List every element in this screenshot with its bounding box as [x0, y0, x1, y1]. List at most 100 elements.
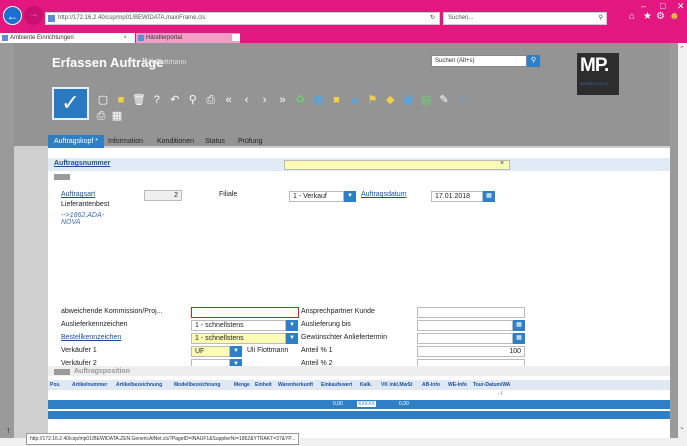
delete-icon[interactable]: 🗑 — [132, 93, 146, 107]
favorites-star-icon[interactable]: ★ — [643, 11, 652, 22]
filiale-dropdown-icon[interactable]: ▼ — [344, 191, 356, 202]
minimize-icon[interactable]: – — [641, 1, 646, 11]
kommission-input[interactable] — [191, 307, 299, 318]
bestellkennzeichen-label[interactable]: Bestellkennzeichen — [61, 334, 121, 341]
app-header: Erfassen Aufträge Uli Flottmann Suchen (… — [14, 43, 670, 146]
auslieferkennzeichen-label: Auslieferkennzeichen — [61, 321, 128, 328]
new-tab-button[interactable] — [232, 34, 240, 41]
edit-icon[interactable]: ✎ — [437, 93, 451, 107]
moebelpilot-logo: MP. MÖBELPILOT — [577, 53, 619, 95]
anteil1-label: Anteil % 1 — [301, 347, 333, 354]
filiale-select[interactable]: 1 - Verkauf — [289, 191, 344, 202]
col-artikelnummer[interactable]: Artikelnummer — [72, 382, 107, 388]
anliefertermin-input[interactable] — [417, 333, 513, 344]
next-record-icon[interactable]: › — [258, 93, 272, 107]
grid-icon[interactable]: ▦ — [311, 93, 325, 107]
tab-konditionen[interactable]: Konditionen — [157, 135, 194, 149]
bestellkennzeichen-select[interactable]: 1 - schnellstens — [191, 333, 286, 344]
anliefertermin-calendar-icon[interactable]: ▦ — [513, 333, 525, 344]
total-vk: 0,00 — [399, 401, 409, 407]
col-ab-info[interactable]: AB-Info — [422, 382, 440, 388]
col-pos[interactable]: Pos. — [50, 382, 61, 388]
help-icon[interactable]: ? — [150, 93, 164, 107]
tab-information[interactable]: Information — [108, 135, 143, 149]
previous-record-icon[interactable]: ‹ — [240, 93, 254, 107]
new-document-icon[interactable]: ▢ — [96, 93, 110, 107]
tab-auftragskopf[interactable]: Auftragskopf * — [48, 135, 104, 149]
clear-icon[interactable]: × — [500, 160, 504, 167]
auslieferung-calendar-icon[interactable]: ▦ — [513, 320, 525, 331]
confirm-check-button[interactable]: ✓ — [52, 87, 89, 120]
positions-collapse-toggle[interactable] — [54, 369, 70, 375]
anteil1-input[interactable]: 100 — [417, 346, 525, 357]
auslieferkennzeichen-select[interactable]: 1 - schnellstens — [191, 320, 286, 331]
app-search-button[interactable]: ⚲ — [527, 55, 540, 67]
auftragsdatum-input[interactable]: 17.01.2018 — [431, 191, 483, 202]
verkaeufer1-label: Verkäufer 1 — [61, 347, 97, 354]
browser-search-placeholder: Suchen... — [448, 15, 474, 21]
auslieferung-input[interactable] — [417, 320, 513, 331]
auslieferkennzeichen-dropdown-icon[interactable]: ▼ — [286, 320, 298, 331]
scroll-down-icon[interactable]: ⌄ — [679, 423, 685, 431]
chart-icon[interactable]: ▤ — [419, 93, 433, 107]
col-we-info[interactable]: WE-Info — [448, 382, 467, 388]
lieferantenbest-link[interactable]: -->1862,ADA-NOVA — [61, 212, 105, 226]
report-icon[interactable]: ▣ — [401, 93, 415, 107]
settings-gear-icon[interactable]: ⚙ — [656, 11, 665, 22]
calendar-icon[interactable]: ▦ — [110, 109, 124, 123]
tags-icon[interactable]: ◆ — [383, 93, 397, 107]
tour-value: - / — [498, 391, 503, 397]
browser-search-input[interactable]: Suchen... ⚲ — [443, 12, 607, 25]
col-modellbezeichnung[interactable]: Modellbezeichnung — [174, 382, 220, 388]
auftragsnummer-input[interactable] — [284, 160, 510, 170]
scroll-up-icon[interactable]: ⌃ — [679, 45, 685, 53]
copy-icon[interactable]: ■ — [114, 93, 128, 107]
ansprechpartner-input[interactable] — [417, 307, 525, 318]
browser-tab-ambiente[interactable]: Ambiente Einrichtungen × — [0, 33, 135, 43]
col-einheit[interactable]: Einheit — [255, 382, 272, 388]
home-icon[interactable]: ⌂ — [629, 11, 635, 22]
tab-status[interactable]: Status — [205, 135, 225, 149]
address-bar[interactable]: http://172.16.2.40/csp/mp01/BEWIDATA.mai… — [45, 12, 440, 25]
auftragsdatum-label[interactable]: Auftragsdatum — [361, 191, 407, 198]
tab-close-icon[interactable]: × — [123, 33, 127, 43]
smiley-icon[interactable]: ☻ — [669, 11, 680, 22]
folder-icon[interactable]: ■ — [329, 93, 343, 107]
calendar-icon[interactable]: ▦ — [483, 191, 495, 202]
col-vk[interactable]: VK inkl.MwSt — [381, 382, 412, 388]
verkaeufer1-input[interactable]: UF — [191, 346, 230, 357]
forward-button[interactable]: → — [24, 6, 43, 25]
col-artikelbezeichnung[interactable]: Artikelbezeichnung — [116, 382, 162, 388]
browser-tab-haendlerportal[interactable]: Händlerportal — [136, 33, 240, 43]
info-icon[interactable]: i — [455, 93, 469, 107]
undo-icon[interactable]: ↶ — [168, 93, 182, 107]
verkaeufer1-dropdown-icon[interactable]: ▼ — [230, 346, 242, 357]
export-icon[interactable]: ▲ — [347, 93, 361, 107]
print-icon[interactable]: ⎙ — [204, 93, 218, 107]
collapse-toggle[interactable] — [54, 174, 70, 180]
refresh-data-icon[interactable]: ♻ — [293, 93, 307, 107]
refresh-icon[interactable]: ↻ — [430, 13, 435, 24]
app-search-input[interactable]: Suchen (Alt+s) — [431, 55, 527, 67]
logo-subtext: MÖBELPILOT — [580, 81, 609, 86]
col-einkaufswert[interactable]: Einkaufswert — [321, 382, 352, 388]
col-tour-datum[interactable]: Tour-Datum/WA — [473, 382, 510, 388]
browser-tab-label: Händlerportal — [146, 35, 183, 41]
form-area: Auftragsnummer × Auftragsart 2 Lieferant… — [48, 148, 670, 438]
col-warenherkunft[interactable]: Warenherkunft — [278, 382, 313, 388]
col-menge[interactable]: Menge — [234, 382, 250, 388]
page-scrollbar[interactable]: ⌃ ⌄ — [678, 43, 687, 438]
lieferantenbest-label: Lieferantenbest — [61, 201, 110, 208]
back-button[interactable]: ← — [3, 6, 22, 25]
auftragsart-label[interactable]: Auftragsart — [61, 191, 95, 198]
flag-icon[interactable]: ⚑ — [365, 93, 379, 107]
printer-icon[interactable]: ⎙ — [94, 110, 108, 124]
col-kalk[interactable]: Kalk. — [360, 382, 372, 388]
last-record-icon[interactable]: » — [276, 93, 290, 107]
tab-pruefung[interactable]: Prüfung — [238, 135, 263, 149]
search-icon[interactable]: ⚲ — [599, 13, 603, 24]
search-record-icon[interactable]: ⚲ — [186, 93, 200, 107]
maximize-icon[interactable]: □ — [660, 1, 665, 11]
bestellkennzeichen-dropdown-icon[interactable]: ▼ — [286, 333, 298, 344]
first-record-icon[interactable]: « — [222, 93, 236, 107]
